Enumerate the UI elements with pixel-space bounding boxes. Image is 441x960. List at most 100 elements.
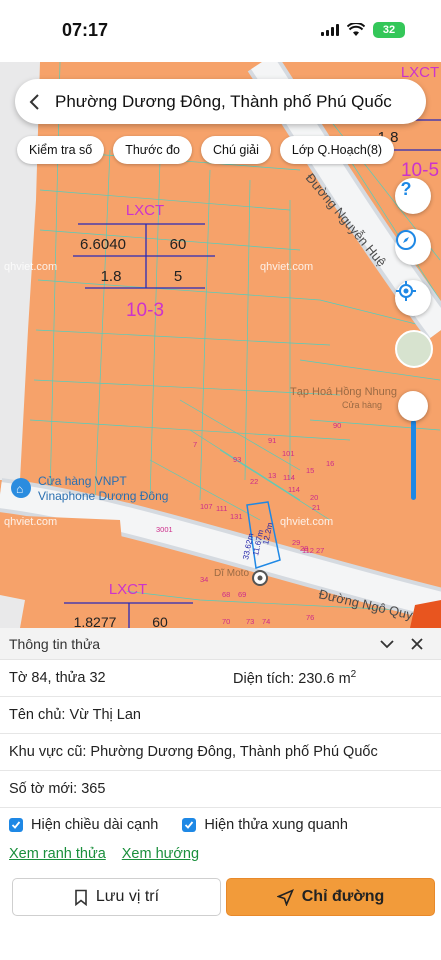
edge-length-label: 12.2m bbox=[261, 521, 274, 545]
poi-label: Cửa hàng VNPT bbox=[38, 474, 127, 488]
location-search-bar[interactable]: Phường Dương Đông, Thành phố Phú Quốc bbox=[15, 79, 426, 124]
zone-ratio-value: 1.8 bbox=[101, 268, 122, 285]
status-bar: 07:17 32 bbox=[0, 0, 441, 62]
parcel-number: 111 bbox=[216, 504, 227, 513]
view-direction-link[interactable]: Xem hướng bbox=[122, 846, 199, 862]
parcel-number: 93 bbox=[233, 455, 241, 464]
zone-lower-area: 1.8277 bbox=[74, 614, 117, 628]
parcel-number: 22 bbox=[250, 477, 258, 486]
status-icons: 32 bbox=[321, 22, 405, 38]
save-location-button[interactable]: Lưu vị trí bbox=[12, 878, 221, 916]
directions-label: Chỉ đường bbox=[301, 888, 385, 905]
chevron-left-icon bbox=[29, 93, 39, 110]
compass-button[interactable] bbox=[395, 229, 431, 265]
watermark-text: qhviet.com bbox=[4, 261, 57, 273]
parcel-number: 131 bbox=[230, 512, 243, 521]
poi-label: Cửa hàng bbox=[342, 400, 382, 410]
directions-button[interactable]: Chỉ đường bbox=[226, 878, 435, 916]
back-button[interactable] bbox=[15, 79, 55, 124]
crosshair-icon bbox=[396, 281, 416, 301]
help-icon: ? bbox=[401, 179, 412, 199]
parcel-number: 20 bbox=[310, 493, 318, 502]
parcel-number: 21 bbox=[312, 503, 320, 512]
parcel-number: 70 bbox=[222, 617, 230, 626]
parcel-number: 114 bbox=[288, 485, 300, 494]
opacity-slider-track[interactable] bbox=[411, 420, 416, 500]
area-text: Diện tích: 230.6 m2 bbox=[233, 669, 356, 687]
satellite-layer-toggle[interactable] bbox=[395, 330, 433, 368]
zone-area-value: 6.6040 bbox=[80, 236, 126, 253]
watermark-text: qhviet.com bbox=[4, 516, 57, 528]
navigation-arrow-icon bbox=[276, 888, 294, 906]
link-row: Xem ranh thửa Xem hướng bbox=[0, 842, 441, 866]
sheet-parcel-text: Tờ 84, thửa 32 bbox=[9, 670, 106, 686]
zone-lower-code: LXCT bbox=[109, 581, 147, 598]
chip-planning-layers[interactable]: Lớp Q.Hoạch(8) bbox=[279, 136, 395, 164]
panel-title: Thông tin thửa bbox=[9, 635, 101, 652]
status-time: 07:17 bbox=[62, 20, 109, 40]
checkbox-row: Hiện chiều dài cạnh Hiện thửa xung quanh bbox=[0, 808, 441, 842]
svg-text:?: ? bbox=[401, 179, 412, 199]
parcel-number: 107 bbox=[200, 502, 213, 511]
close-icon bbox=[411, 637, 423, 650]
help-button[interactable]: ? bbox=[395, 178, 431, 214]
poi-label: Dĩ Moto bbox=[214, 568, 249, 579]
parcel-number: 68 bbox=[222, 590, 230, 599]
chip-legend[interactable]: Chú giải bbox=[201, 136, 271, 164]
my-location-button[interactable] bbox=[395, 280, 431, 316]
parcel-number: 112 bbox=[302, 546, 314, 555]
panel-header: Thông tin thửa bbox=[0, 628, 441, 660]
parcel-number: 69 bbox=[238, 590, 246, 599]
parcel-info-panel: Thông tin thửa Tờ 84, thửa 32 Diện tích:… bbox=[0, 628, 441, 960]
zone-block-id: 10-3 bbox=[126, 300, 164, 321]
battery-icon: 32 bbox=[373, 22, 405, 38]
show-neighbors-label: Hiện thửa xung quanh bbox=[204, 817, 348, 833]
parcel-number: 76 bbox=[306, 613, 314, 622]
poi-label: Tạp Hoá Hồng Nhung bbox=[290, 386, 397, 398]
collapse-button[interactable] bbox=[372, 629, 402, 659]
zone-code: LXCT bbox=[126, 202, 164, 219]
watermark-text: qhviet.com bbox=[280, 516, 333, 528]
parcel-number: 34 bbox=[200, 575, 208, 584]
show-edge-length-checkbox[interactable] bbox=[9, 818, 23, 832]
close-button[interactable] bbox=[402, 629, 432, 659]
parcel-number: 114 bbox=[283, 473, 295, 482]
chip-ruler[interactable]: Thước đo bbox=[113, 136, 192, 164]
bookmark-icon bbox=[75, 889, 87, 906]
zone-floors-value: 5 bbox=[174, 268, 182, 285]
location-title: Phường Dương Đông, Thành phố Phú Quốc bbox=[55, 91, 392, 111]
old-area-row: Khu vực cũ: Phường Dương Đông, Thành phố… bbox=[0, 734, 441, 771]
zone-height-value: 60 bbox=[170, 236, 187, 253]
opacity-slider-handle[interactable] bbox=[398, 391, 428, 421]
sheet-parcel-row: Tờ 84, thửa 32 Diện tích: 230.6 m2 bbox=[0, 660, 441, 697]
poi-label: Vinaphone Dương Đông bbox=[38, 489, 168, 503]
area-value: Diện tích: 230.6 m bbox=[233, 670, 351, 687]
chevron-down-icon bbox=[380, 639, 394, 648]
parcel-number: 15 bbox=[306, 466, 314, 475]
tool-chips: Kiểm tra số Thước đo Chú giải Lớp Q.Hoạc… bbox=[17, 136, 395, 164]
owner-row: Tên chủ: Vừ Thị Lan bbox=[0, 697, 441, 734]
parcel-number: 27 bbox=[316, 546, 324, 555]
cellular-signal-icon bbox=[321, 24, 339, 36]
watermark-text: qhviet.com bbox=[260, 261, 313, 273]
compass-icon bbox=[396, 230, 416, 250]
zone-label-main: LXCT 6.6040 60 1.8 5 10-3 bbox=[73, 202, 215, 321]
area-unit-sup: 2 bbox=[350, 669, 357, 681]
parcel-number: 73 bbox=[246, 617, 254, 626]
view-outline-link[interactable]: Xem ranh thửa bbox=[9, 846, 106, 862]
parcel-number: 3001 bbox=[156, 525, 173, 534]
parcel-number: 90 bbox=[333, 421, 341, 430]
parcel-number: 7 bbox=[193, 440, 197, 449]
check-icon bbox=[11, 821, 21, 829]
parcel-number: 16 bbox=[326, 459, 334, 468]
save-location-label: Lưu vị trí bbox=[95, 888, 160, 905]
action-buttons: Lưu vị trí Chỉ đường bbox=[12, 878, 435, 916]
svg-text:⌂: ⌂ bbox=[16, 482, 23, 496]
parcel-number: 13 bbox=[268, 471, 276, 480]
parcel-number: 101 bbox=[282, 449, 295, 458]
chip-check-number[interactable]: Kiểm tra số bbox=[17, 136, 105, 164]
show-neighbors-checkbox[interactable] bbox=[182, 818, 197, 832]
parcel-number: 91 bbox=[268, 436, 276, 445]
zone-lower-height: 60 bbox=[152, 614, 168, 628]
show-edge-length-label: Hiện chiều dài cạnh bbox=[31, 817, 159, 833]
